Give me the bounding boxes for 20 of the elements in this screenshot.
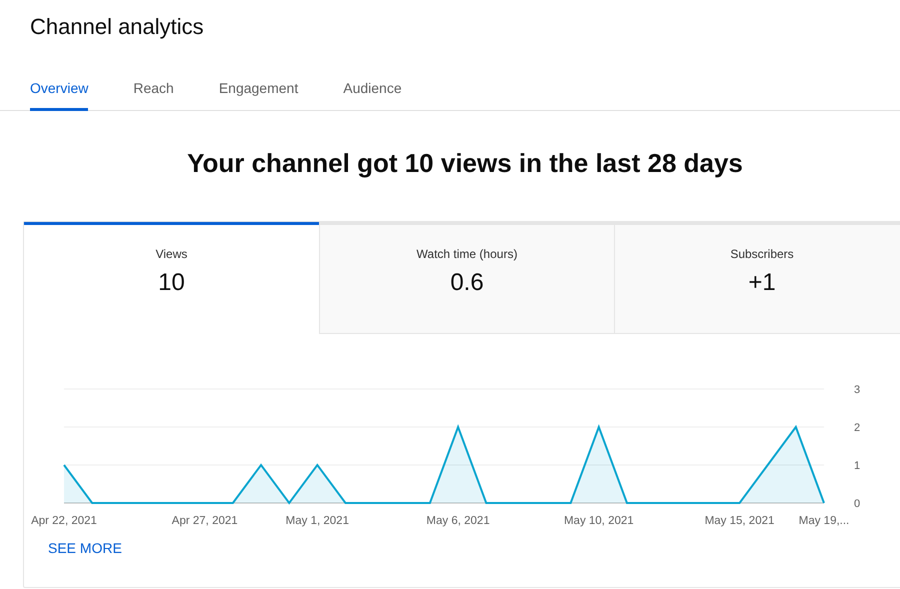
axis-label: 1: [854, 460, 860, 472]
axis-label: May 19,...: [798, 515, 850, 527]
axis-label: May 10, 2021: [564, 515, 634, 527]
axis-label: 2: [854, 422, 860, 434]
tab[interactable]: Audience: [343, 70, 402, 111]
metric-tab[interactable]: Subscribers +1: [614, 222, 900, 334]
axis-label: 0: [854, 498, 860, 510]
metric-tab[interactable]: Watch time (hours) 0.6: [319, 222, 614, 334]
page-title: Channel analytics: [30, 13, 204, 41]
tab[interactable]: Overview: [30, 70, 88, 111]
tab[interactable]: Reach: [133, 70, 174, 111]
axis-label: May 1, 2021: [286, 515, 349, 527]
axis-label: Apr 27, 2021: [172, 515, 238, 527]
headline: Your channel got 10 views in the last 28 days: [186, 147, 744, 180]
see-more-link[interactable]: SEE MORE: [48, 538, 122, 559]
axis-label: Apr 22, 2021: [31, 515, 97, 527]
tab[interactable]: Engagement: [218, 70, 298, 111]
axis-label: May 6, 2021: [426, 515, 490, 527]
axis-label: 3: [854, 384, 860, 396]
axis-label: May 15, 2021: [704, 515, 774, 527]
